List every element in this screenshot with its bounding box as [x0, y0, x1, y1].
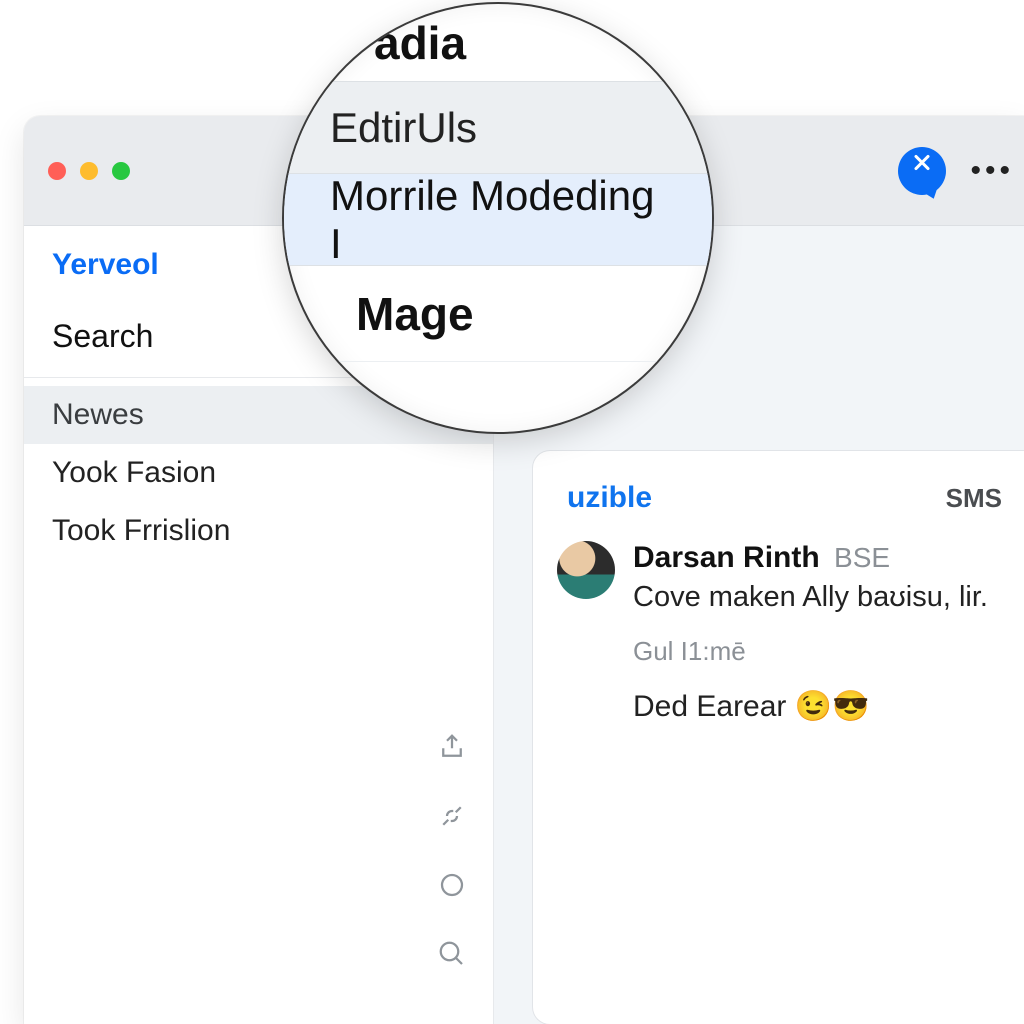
sidebar-tool-column [24, 732, 493, 1024]
sms-badge: SMS [946, 483, 1024, 514]
circle-icon[interactable] [437, 870, 467, 905]
lens-row-top: adia [284, 4, 712, 82]
message-panel: uzible SMS Darsan Rinth BSE Cove maken A… [532, 450, 1024, 1024]
message-time: Gul I1:mē [633, 636, 1014, 667]
panel-link[interactable]: uzible [567, 481, 652, 515]
sidebar-item-took-frrislion[interactable]: Took Frrislion [24, 502, 493, 560]
message-author: Darsan Rinth [633, 541, 820, 574]
message-app-icon[interactable] [898, 147, 946, 195]
message-author-suffix: BSE [834, 542, 890, 573]
lens-row-header[interactable]: EdtirUls [284, 82, 712, 174]
message-second: Ded Earear 😉😎 [633, 689, 1014, 724]
titlebar-right: ••• [898, 116, 1024, 225]
lens-row-footer[interactable]: Mage [284, 266, 712, 362]
more-button[interactable]: ••• [970, 154, 1014, 188]
link-icon[interactable] [437, 801, 467, 836]
zoom-icon[interactable] [112, 162, 130, 180]
avatar[interactable] [557, 541, 615, 599]
message-row: Darsan Rinth BSE Cove maken Ally baʊisu,… [557, 541, 1014, 614]
magnifier-content: adia EdtirUls Morrile Modeding I Mage [284, 4, 712, 432]
sidebar-item-yook-fasion[interactable]: Yook Fasion [24, 444, 493, 502]
traffic-lights [48, 162, 130, 180]
minimize-icon[interactable] [80, 162, 98, 180]
close-icon[interactable] [48, 162, 66, 180]
message-body: Cove maken Ally baʊisu, lir. [633, 581, 988, 614]
share-icon[interactable] [437, 732, 467, 767]
message-meta: Darsan Rinth BSE [633, 541, 988, 575]
magnifier-lens: adia EdtirUls Morrile Modeding I Mage [284, 4, 712, 432]
search-icon[interactable] [437, 939, 467, 974]
message-block: Darsan Rinth BSE Cove maken Ally baʊisu,… [533, 531, 1024, 724]
lens-row-selected[interactable]: Morrile Modeding I [284, 174, 712, 266]
panel-top-row: uzible SMS [533, 481, 1024, 531]
